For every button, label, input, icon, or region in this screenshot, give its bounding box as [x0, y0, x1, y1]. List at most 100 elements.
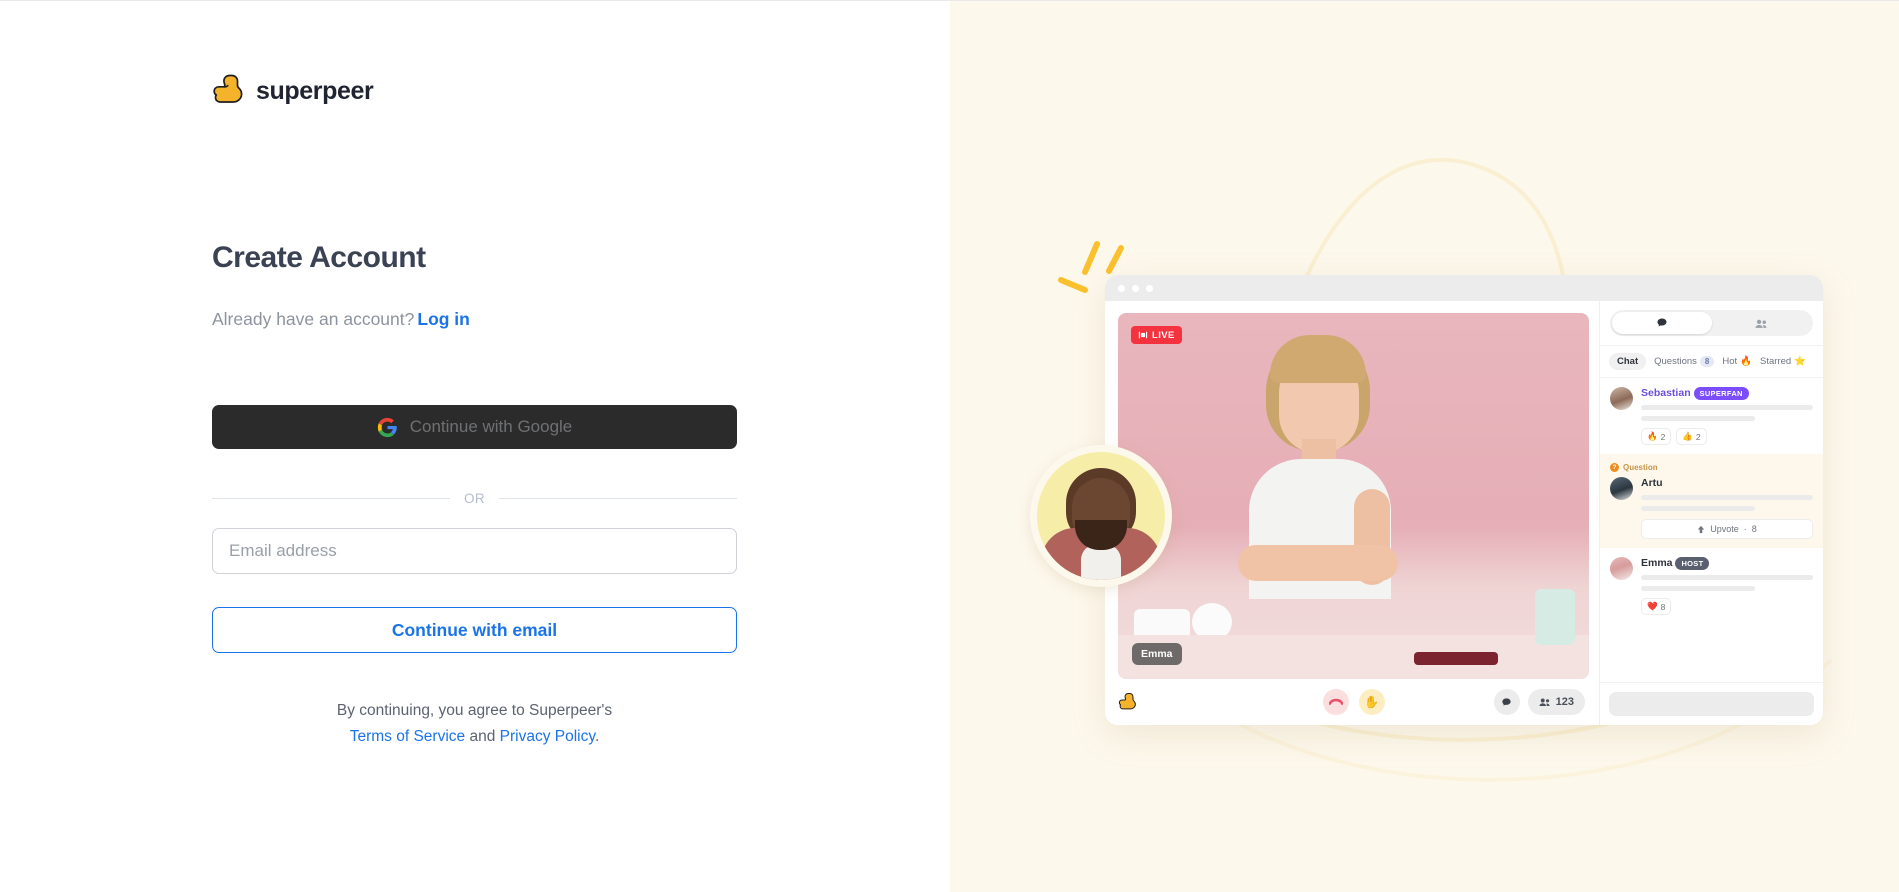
- message-body: Sebastian SUPERFAN 🔥 2 👍 2: [1641, 386, 1813, 445]
- page-title: Create Account: [212, 241, 426, 274]
- chat-message: Sebastian SUPERFAN 🔥 2 👍 2: [1600, 378, 1823, 454]
- chat-message-list: Sebastian SUPERFAN 🔥 2 👍 2 ? Question Ar…: [1600, 378, 1823, 682]
- superfan-badge: SUPERFAN: [1693, 386, 1749, 400]
- people-icon: [1755, 319, 1767, 328]
- message-author: Artu: [1641, 477, 1813, 489]
- reaction-chip[interactable]: 👍 2: [1676, 428, 1707, 445]
- toggle-chat-tab[interactable]: [1612, 312, 1712, 334]
- message-text-placeholder: [1641, 586, 1755, 591]
- titlebar-dot: [1146, 284, 1153, 292]
- terms-of-service-link[interactable]: Terms of Service: [350, 728, 465, 745]
- avatar: [1610, 387, 1633, 410]
- message-reactions: ❤️ 8: [1641, 598, 1813, 615]
- email-input[interactable]: [212, 528, 737, 574]
- desk-prop: [1535, 589, 1575, 645]
- auth-panel: superpeer Create Account Already have an…: [0, 0, 950, 892]
- login-link[interactable]: Log in: [417, 309, 469, 329]
- continue-with-google-button[interactable]: Continue with Google: [212, 405, 737, 449]
- upvote-arrow-icon: [1698, 525, 1705, 533]
- titlebar-dot: [1118, 284, 1125, 292]
- speaker-figure: [1270, 335, 1366, 383]
- raise-hand-button[interactable]: ✋: [1358, 689, 1385, 715]
- divider-line-left: [212, 498, 450, 499]
- author-name: Sebastian: [1641, 387, 1691, 399]
- or-divider: OR: [212, 491, 737, 506]
- question-mark-icon: ?: [1610, 463, 1619, 472]
- author-name: Artu: [1641, 477, 1663, 489]
- chat-tabs: Chat Questions 8 Hot 🔥 Starred ⭐: [1600, 346, 1823, 378]
- brand-name: superpeer: [256, 76, 374, 105]
- product-mockup-window: LIVE Emma ✋ 123 Chat Questions 8 Hot 🔥 S…: [1105, 275, 1823, 725]
- legal-text: By continuing, you agree to Superpeer's …: [212, 698, 737, 750]
- message-text-placeholder: [1641, 405, 1813, 410]
- tab-chat-label: Chat: [1617, 356, 1639, 367]
- question-label: Question: [1623, 463, 1658, 472]
- toggle-people-tab[interactable]: [1712, 312, 1812, 334]
- privacy-policy-link[interactable]: Privacy Policy: [500, 728, 595, 745]
- chat-toggle-button[interactable]: [1493, 689, 1520, 715]
- live-badge-label: LIVE: [1152, 329, 1175, 341]
- host-badge: HOST: [1675, 556, 1710, 570]
- tab-hot[interactable]: Hot 🔥: [1722, 356, 1752, 367]
- chat-bubble-icon: [1657, 318, 1667, 327]
- message-reactions: 🔥 2 👍 2: [1641, 428, 1813, 445]
- message-author: Sebastian SUPERFAN: [1641, 386, 1813, 400]
- participants-count-chip[interactable]: 123: [1527, 689, 1585, 715]
- tab-starred-label: Starred: [1760, 356, 1792, 367]
- google-button-label: Continue with Google: [409, 417, 573, 436]
- hangup-button[interactable]: [1322, 689, 1349, 715]
- chat-compose-area: [1600, 682, 1823, 725]
- titlebar-dot: [1132, 284, 1139, 292]
- superpeer-mark-icon: [1118, 692, 1136, 709]
- live-badge: LIVE: [1131, 326, 1182, 344]
- participants-count: 123: [1555, 696, 1574, 708]
- stage-toolbar: ✋ 123: [1118, 679, 1589, 725]
- chat-bubble-icon: [1502, 697, 1511, 706]
- message-text-placeholder: [1641, 416, 1755, 421]
- questions-count-badge: 8: [1699, 356, 1715, 367]
- participant-avatar-bubble[interactable]: [1030, 445, 1172, 587]
- people-icon: [1539, 698, 1550, 707]
- legal-and: and: [469, 728, 496, 745]
- video-stage: LIVE Emma ✋ 123: [1105, 301, 1599, 725]
- raise-hand-icon: ✋: [1364, 695, 1379, 709]
- tab-chat[interactable]: Chat: [1609, 353, 1647, 370]
- chat-panel-toggle: [1600, 301, 1823, 346]
- divider-line-right: [499, 498, 737, 499]
- thumbs-up-logo-icon: [213, 74, 243, 103]
- mockup-body: LIVE Emma ✋ 123 Chat Questions 8 Hot 🔥 S…: [1105, 301, 1823, 725]
- hangup-icon: [1328, 698, 1343, 705]
- reaction-chip[interactable]: 🔥 2: [1641, 428, 1672, 445]
- upvote-count: 8: [1751, 524, 1757, 534]
- google-g-icon: [377, 417, 397, 437]
- video-feed: LIVE Emma: [1118, 313, 1589, 679]
- tab-questions-label: Questions: [1654, 356, 1697, 367]
- fire-icon: 🔥: [1647, 431, 1658, 441]
- message-text-placeholder: [1641, 575, 1813, 580]
- existing-account-text: Already have an account?: [212, 309, 415, 329]
- call-controls: ✋: [1322, 689, 1385, 715]
- speaker-name-chip: Emma: [1132, 643, 1182, 665]
- desk-prop: [1414, 652, 1498, 665]
- reaction-count: 8: [1660, 601, 1666, 612]
- star-icon: ⭐: [1794, 356, 1806, 367]
- tab-questions[interactable]: Questions 8: [1654, 356, 1715, 367]
- reaction-chip[interactable]: ❤️ 8: [1641, 598, 1672, 615]
- toolbar-right-group: 123: [1493, 689, 1585, 715]
- message-text-placeholder: [1641, 506, 1755, 511]
- question-label-row: ? Question: [1610, 463, 1813, 472]
- existing-account-row: Already have an account? Log in: [212, 309, 470, 330]
- upvote-button[interactable]: Upvote · 8: [1641, 519, 1813, 539]
- message-author: Emma HOST: [1641, 556, 1813, 570]
- tab-starred[interactable]: Starred ⭐: [1760, 356, 1806, 367]
- brand-logo[interactable]: superpeer: [212, 73, 374, 109]
- speaker-figure: [1238, 545, 1398, 581]
- upvote-label: Upvote: [1710, 524, 1739, 534]
- chat-message-input[interactable]: [1609, 692, 1814, 716]
- continue-with-email-button[interactable]: Continue with email: [212, 607, 737, 653]
- heart-icon: ❤️: [1647, 601, 1658, 611]
- legal-line-1: By continuing, you agree to Superpeer's: [336, 702, 613, 719]
- tab-hot-label: Hot: [1722, 356, 1738, 367]
- chat-question: ? Question Artu Upvote · 8: [1600, 454, 1823, 548]
- mockup-titlebar: [1105, 275, 1823, 301]
